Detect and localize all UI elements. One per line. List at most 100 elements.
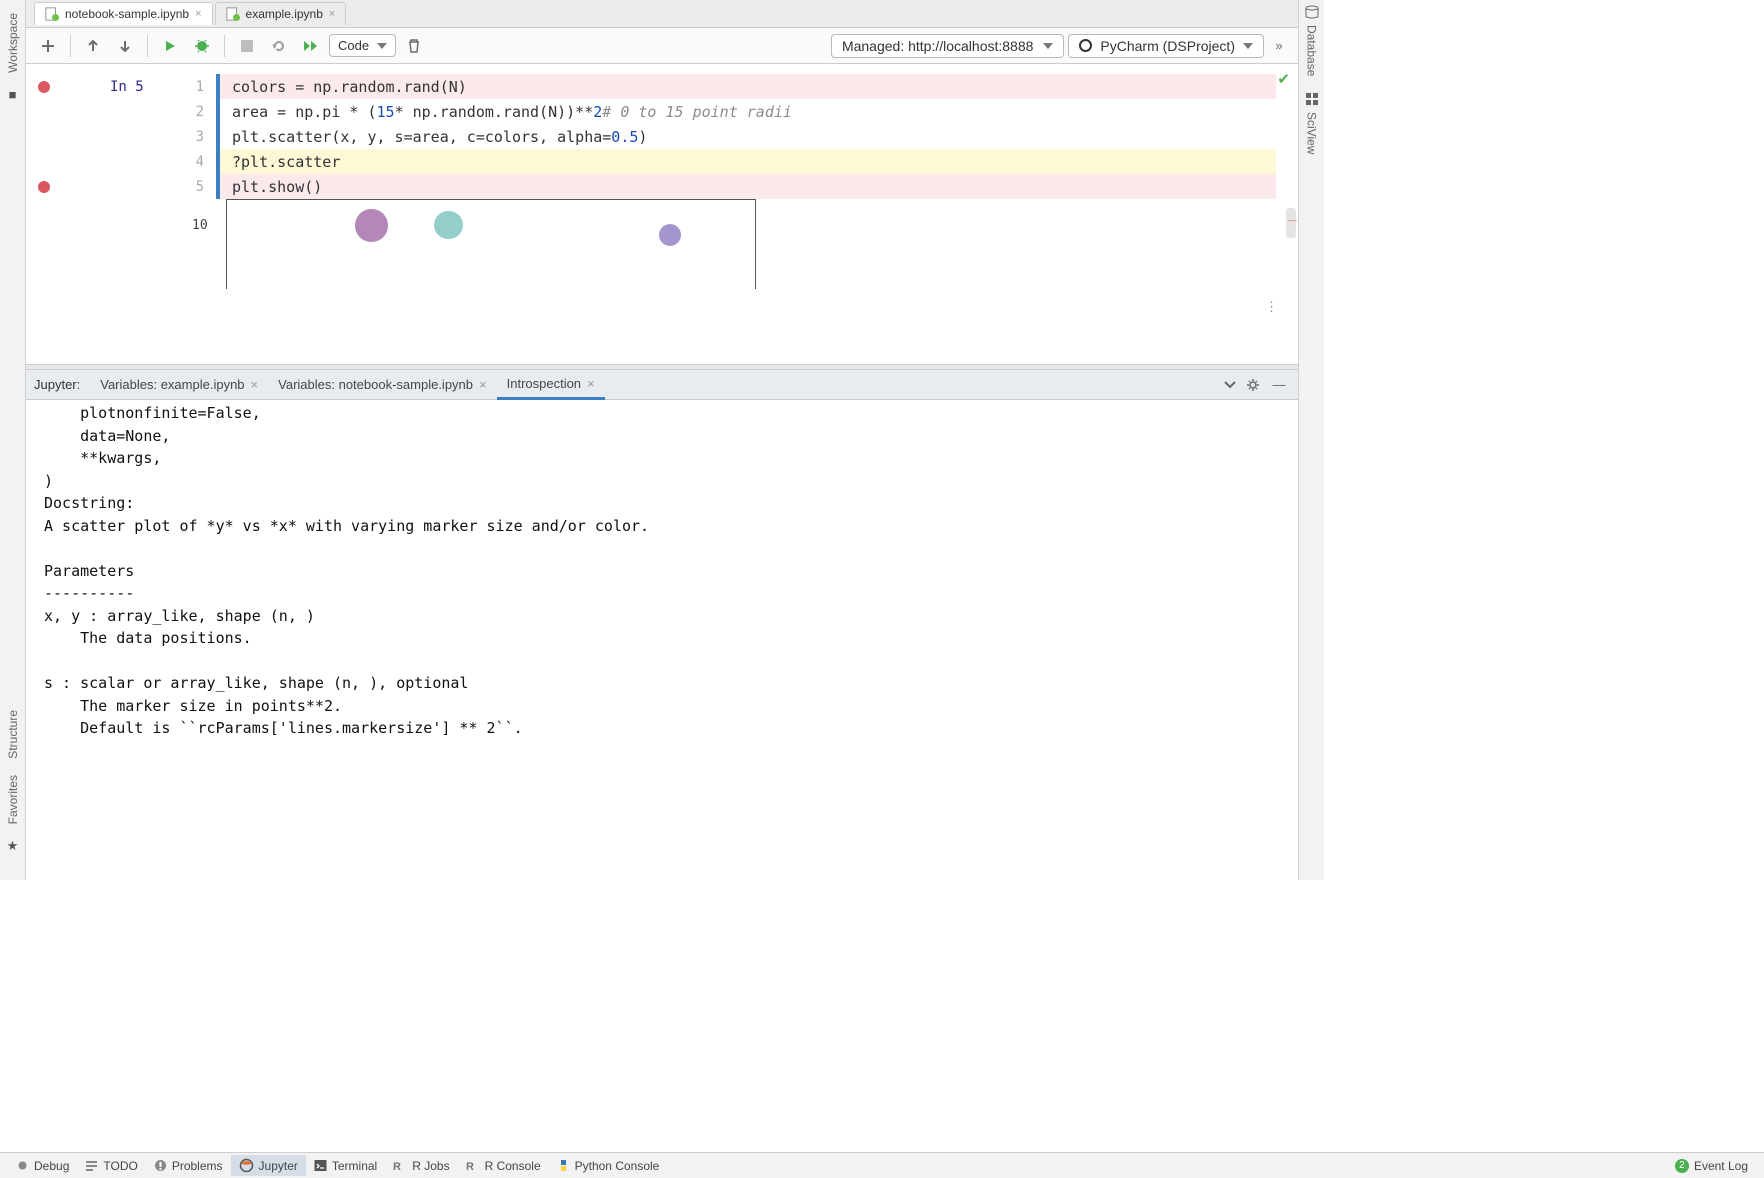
code-line[interactable]: area = np.pi * (15 * np.random.rand(N))*… (216, 99, 1276, 124)
status-item-terminal[interactable]: Terminal (306, 1155, 385, 1176)
database-icon (1305, 5, 1319, 19)
cell-options-button[interactable]: ⋮ (1265, 299, 1278, 315)
introspection-content[interactable]: plotnonfinite=False, data=None, **kwargs… (26, 400, 1298, 880)
interpreter-select[interactable]: PyCharm (DSProject) (1068, 34, 1264, 58)
separator (70, 35, 71, 57)
folder-icon: ■ (9, 87, 17, 102)
status-item-debug[interactable]: Debug (8, 1155, 77, 1176)
stop-button[interactable] (233, 32, 261, 60)
tab-example[interactable]: example.ipynb × (215, 2, 347, 25)
gutter-row[interactable]: 3 (26, 124, 216, 149)
status-item-label: Terminal (332, 1159, 377, 1173)
separator (224, 35, 225, 57)
sidebar-item-sciview[interactable]: SciView (1305, 112, 1319, 154)
analysis-ok-icon[interactable]: ✔ (1277, 70, 1290, 88)
scatter-point (355, 209, 388, 242)
add-cell-button[interactable] (34, 32, 62, 60)
status-item-problems[interactable]: Problems (146, 1155, 231, 1176)
r-jobs-icon: R (393, 1159, 407, 1172)
restart-button[interactable] (265, 32, 293, 60)
chevron-down-icon (1043, 43, 1053, 49)
gutter-row[interactable]: 4 (26, 149, 216, 174)
gutter-row[interactable]: In 51 (26, 74, 216, 99)
status-item-label: R Jobs (412, 1159, 449, 1173)
sidebar-item-favorites[interactable]: Favorites (6, 775, 20, 824)
status-item-label: Debug (34, 1159, 69, 1173)
line-number: 3 (196, 129, 204, 145)
right-tool-sidebar: Database SciView (1298, 0, 1324, 880)
tab-notebook-sample[interactable]: notebook-sample.ipynb × (34, 2, 213, 25)
scatter-point (434, 211, 463, 240)
panel-hide-button[interactable]: — (1268, 377, 1290, 392)
panel-tab[interactable]: Introspection × (497, 370, 605, 400)
gutter-row[interactable]: 5 (26, 174, 216, 199)
close-icon[interactable]: × (479, 377, 487, 392)
event-count-badge: 2 (1675, 1159, 1689, 1173)
line-number: 1 (196, 79, 204, 95)
status-item-r-jobs[interactable]: R R Jobs (385, 1155, 457, 1176)
toolbar-more-button[interactable]: » (1268, 38, 1290, 53)
panel-tab-label: Variables: example.ipynb (100, 377, 244, 392)
jupyter-server-select[interactable]: Managed: http://localhost:8888 (831, 34, 1064, 58)
run-cell-button[interactable] (156, 32, 184, 60)
code-line[interactable]: plt.scatter(x, y, s=area, c=colors, alph… (216, 124, 1276, 149)
status-item-jupyter[interactable]: Jupyter (231, 1155, 306, 1176)
jupyter-icon (239, 1158, 254, 1173)
line-number: 4 (196, 154, 204, 170)
status-item-label: TODO (103, 1159, 137, 1173)
panel-tab-label: Variables: notebook-sample.ipynb (278, 377, 473, 392)
debug-icon (16, 1159, 29, 1172)
python-console-icon (557, 1159, 570, 1172)
event-log-button[interactable]: 2 Event Log (1667, 1156, 1756, 1176)
panel-tab[interactable]: Variables: notebook-sample.ipynb × (268, 370, 496, 400)
close-icon[interactable]: × (587, 376, 595, 391)
panel-tab-label: Introspection (507, 376, 581, 391)
editor-tabs-bar: notebook-sample.ipynb × example.ipynb × (26, 0, 1298, 28)
close-icon[interactable]: × (251, 377, 259, 392)
star-icon: ★ (7, 838, 19, 854)
sciview-icon (1305, 92, 1319, 106)
close-icon[interactable]: × (329, 8, 335, 20)
line-number: 2 (196, 104, 204, 120)
r-console-icon: R (466, 1159, 480, 1172)
code-editor[interactable]: ✔ In 51 2 3 4 5 colors = np.random.rand(N)ar… (26, 64, 1298, 364)
tab-label: example.ipynb (246, 7, 323, 21)
panel-collapse-button[interactable] (1224, 381, 1246, 389)
server-label: Managed: http://localhost:8888 (842, 38, 1033, 54)
status-item-todo[interactable]: TODO (77, 1155, 145, 1176)
breakpoint-icon[interactable] (38, 81, 50, 93)
code-line[interactable]: colors = np.random.rand(N) (216, 74, 1276, 99)
left-tool-sidebar: Workspace ■ Structure Favorites ★ (0, 0, 26, 880)
delete-cell-button[interactable] (400, 32, 428, 60)
move-down-button[interactable] (111, 32, 139, 60)
move-up-button[interactable] (79, 32, 107, 60)
code-area[interactable]: colors = np.random.rand(N)area = np.pi *… (216, 74, 1276, 199)
sidebar-item-database[interactable]: Database (1305, 25, 1319, 76)
code-line[interactable]: plt.show() (216, 174, 1276, 199)
sidebar-item-workspace[interactable]: Workspace (6, 13, 20, 73)
scroll-indicator[interactable] (1286, 208, 1296, 238)
sidebar-item-structure[interactable]: Structure (6, 710, 20, 759)
debug-cell-button[interactable] (188, 32, 216, 60)
tool-window-tabs: Jupyter: Variables: example.ipynb×Variab… (26, 370, 1298, 400)
cell-type-select[interactable]: Code (329, 34, 396, 57)
breakpoint-icon[interactable] (38, 181, 50, 193)
panel-prefix: Jupyter: (34, 377, 80, 392)
run-all-button[interactable] (297, 32, 325, 60)
gutter-row[interactable]: 2 (26, 99, 216, 124)
tab-label: notebook-sample.ipynb (65, 7, 189, 21)
panel-settings-button[interactable] (1246, 378, 1268, 392)
panel-tab[interactable]: Variables: example.ipynb × (90, 370, 268, 400)
status-item-r-console[interactable]: RR Console (458, 1155, 549, 1176)
terminal-icon (314, 1159, 327, 1172)
status-item-python-console[interactable]: Python Console (549, 1155, 668, 1176)
svg-text:R: R (466, 1161, 474, 1172)
chevron-down-icon (377, 43, 387, 49)
scatter-point (659, 224, 681, 246)
status-item-label: Jupyter (259, 1159, 298, 1173)
status-bar: DebugTODOProblemsJupyterTerminalRR JobsR… (0, 1152, 1764, 1178)
line-number: 5 (196, 179, 204, 195)
problems-icon (154, 1159, 167, 1172)
code-line[interactable]: ?plt.scatter (216, 149, 1276, 174)
close-icon[interactable]: × (195, 8, 201, 20)
